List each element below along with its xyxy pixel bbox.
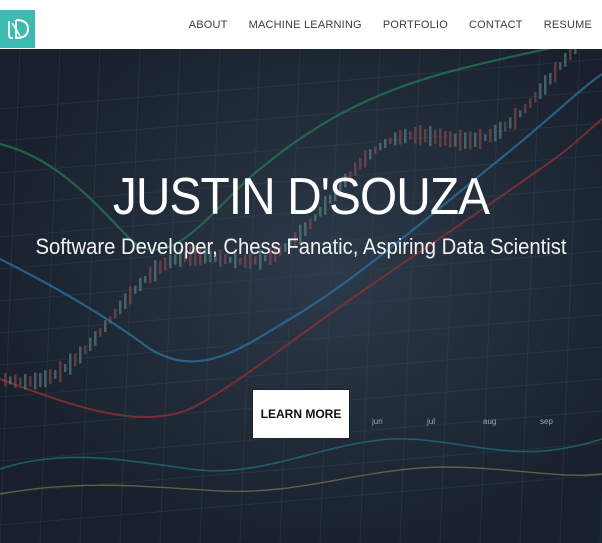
logo[interactable]	[0, 10, 35, 48]
hero-overlay	[0, 49, 602, 543]
nav-link-portfolio[interactable]: PORTFOLIO	[383, 19, 448, 31]
hero-title: JUSTIN D'SOUZA	[112, 168, 490, 226]
nav-link-contact[interactable]: CONTACT	[469, 19, 523, 31]
hero-section: jun jul aug sep JUSTIN D'SOUZA Software …	[0, 49, 602, 543]
hero-subtitle: Software Developer, Chess Fanatic, Aspir…	[35, 234, 567, 259]
bg-axis-label: aug	[483, 417, 497, 426]
bg-axis-label: jul	[427, 417, 436, 426]
bg-axis-label: sep	[540, 417, 553, 426]
nav-link-machine-learning[interactable]: MACHINE LEARNING	[249, 19, 362, 31]
logo-mark-icon	[7, 19, 29, 40]
nav-link-about[interactable]: ABOUT	[189, 19, 228, 31]
nav-link-resume[interactable]: RESUME	[544, 19, 592, 31]
bg-axis-label: jun	[372, 417, 383, 426]
navbar: ABOUT MACHINE LEARNING PORTFOLIO CONTACT…	[0, 0, 602, 49]
nav-links: ABOUT MACHINE LEARNING PORTFOLIO CONTACT…	[168, 0, 592, 49]
learn-more-button[interactable]: LEARN MORE	[252, 389, 350, 439]
